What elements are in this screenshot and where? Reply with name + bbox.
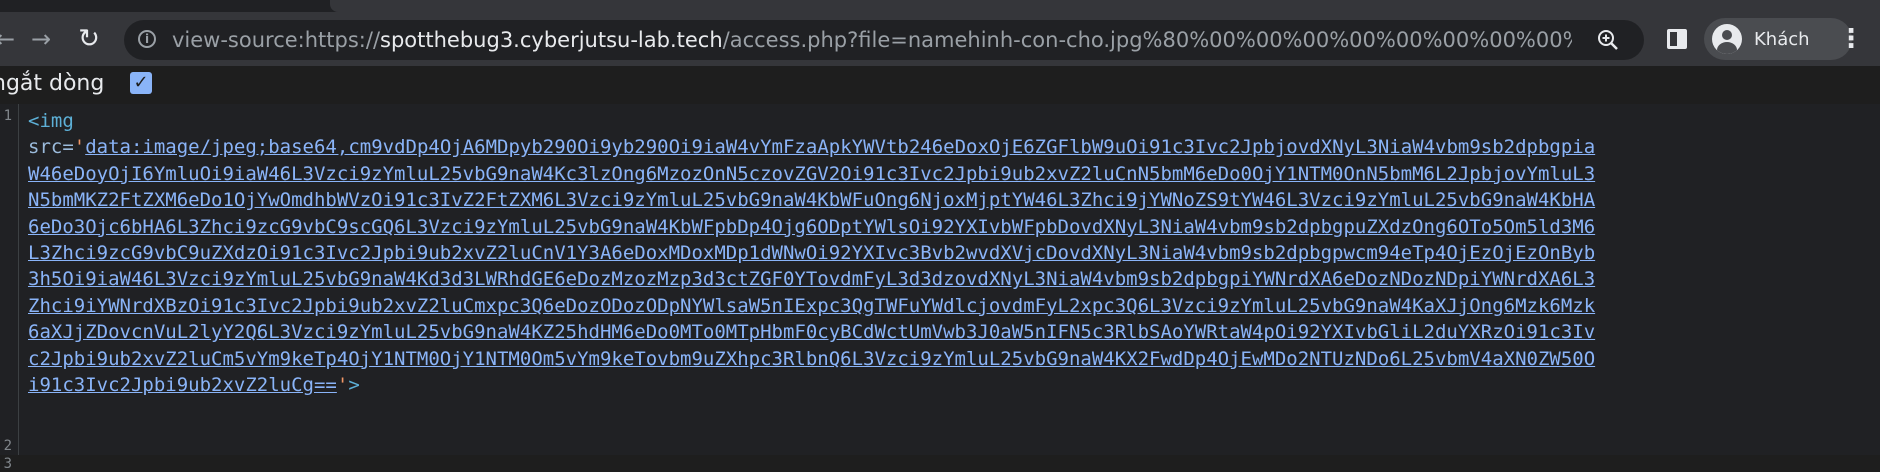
profile-button[interactable]: Khách	[1704, 18, 1852, 60]
img-tag-close: >	[348, 374, 360, 397]
base64-link[interactable]: data:image/jpeg;base64,cm9vdDp4OjA6MDpyb…	[85, 136, 1595, 158]
src-attribute-name: src=	[28, 136, 74, 159]
reload-icon: ↻	[78, 24, 100, 54]
base64-link-line[interactable]: c2Jpbi9ub2xvZ2luCm5vYm9keTp4OjY1NTM0OjY1…	[28, 346, 1868, 372]
base64-link-line[interactable]: W46eDoyOjI6YmluOi9iaW46L3Vzci9zYmluL25vb…	[28, 161, 1868, 187]
source-code: <img src='data:image/jpeg;base64,cm9vdDp…	[28, 108, 1868, 398]
url-text[interactable]: view-source:https://spotthebug3.cyberjut…	[172, 20, 1572, 60]
url-prefix: view-source:https://	[172, 28, 381, 52]
back-button[interactable]: ←	[0, 22, 22, 56]
base64-link-line[interactable]: L3Zhci9zcG9vbC9uZXdzOi91c3Ivc2Jpbi9ub2xv…	[28, 240, 1868, 266]
base64-link-line[interactable]: 3h5Oi9iaW46L3Vzci9zYmluL25vbG9naW4Kd3d3L…	[28, 266, 1868, 292]
zoom-icon[interactable]	[1596, 28, 1620, 52]
url-path: /access.php?file=namehinh-con-cho.jpg%80…	[722, 28, 1572, 52]
line-number: 3	[3, 456, 12, 472]
forward-arrow-icon: →	[30, 25, 52, 53]
base64-link-line[interactable]: Zhci9iYWNrdXBzOi91c3Ivc2Jpbi9ub2xvZ2luCm…	[28, 293, 1868, 319]
avatar-icon	[1712, 24, 1742, 54]
base64-link-line[interactable]: i91c3Ivc2Jpbi9ub2xvZ2luCg==	[28, 374, 337, 396]
menu-icon[interactable]: ⋮	[1838, 26, 1864, 52]
base64-link-line[interactable]: 6eDo3Ojc6bHA6L3Zhci9zcG9vbC9scGQ6L3Vzci9…	[28, 214, 1868, 240]
address-bar[interactable]: i view-source:https://spotthebug3.cyberj…	[124, 20, 1644, 60]
url-host: spotthebug3.cyberjutsu-lab.tech	[380, 28, 723, 52]
profile-name: Khách	[1754, 28, 1810, 50]
line-number-gutter: 1 2 3	[0, 104, 19, 472]
back-arrow-icon: ←	[0, 25, 16, 53]
line-wrap-bar: ngắt dòng ✓	[0, 66, 1880, 102]
src-attribute-line: src='data:image/jpeg;base64,cm9vdDp4OjA6…	[28, 136, 1596, 159]
line-number: 2	[3, 438, 12, 454]
reload-button[interactable]: ↻	[72, 22, 106, 56]
info-icon[interactable]: i	[138, 30, 156, 48]
base64-link-line[interactable]: 6aXJjZDovcnVuL2lyY2Q6L3Vzci9zYmluL25vbG9…	[28, 319, 1868, 345]
src-attribute-end: i91c3Ivc2Jpbi9ub2xvZ2luCg=='>	[28, 374, 360, 397]
line-wrap-label: ngắt dòng	[0, 71, 105, 96]
img-tag-open: <img	[28, 110, 74, 132]
line-wrap-checkbox[interactable]: ✓	[130, 72, 152, 94]
check-icon: ✓	[133, 72, 149, 93]
line-number: 1	[3, 108, 12, 124]
side-panel-icon[interactable]	[1667, 29, 1687, 49]
forward-button[interactable]: →	[24, 22, 58, 56]
source-view: 1 2 3 <img src='data:image/jpeg;base64,c…	[0, 104, 1880, 472]
tab-strip	[0, 0, 1880, 12]
active-tab[interactable]	[330, 0, 1880, 12]
base64-link-line[interactable]: N5bmMKZ2FtZXM6eDo1OjYwOmdhbWVzOi91c3IvZ2…	[28, 187, 1868, 213]
browser-toolbar: ← → ↻ i view-source:https://spotthebug3.…	[0, 12, 1880, 66]
